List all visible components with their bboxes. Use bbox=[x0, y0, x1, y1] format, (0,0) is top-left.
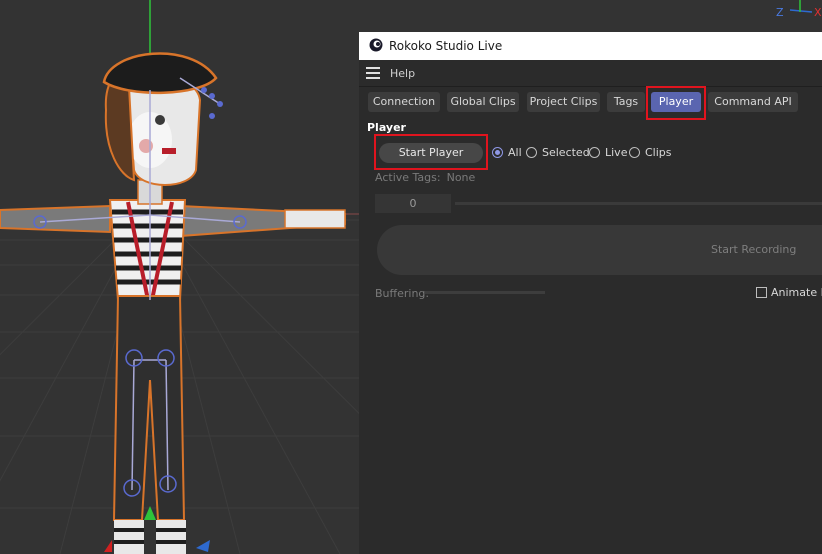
start-player-highlight bbox=[374, 134, 488, 170]
radio-all-label: All bbox=[508, 146, 522, 159]
radio-live[interactable]: Live bbox=[589, 146, 628, 162]
radio-selected[interactable]: Selected bbox=[526, 146, 590, 162]
tab-connection[interactable]: Connection bbox=[368, 92, 440, 112]
frame-slider[interactable] bbox=[455, 202, 822, 205]
axis-x-label: X bbox=[814, 6, 822, 19]
menu-help[interactable]: Help bbox=[390, 67, 415, 80]
frame-number-field[interactable]: 0 bbox=[375, 194, 451, 213]
radio-clips[interactable]: Clips bbox=[629, 146, 672, 162]
tab-project-clips[interactable]: Project Clips bbox=[527, 92, 600, 112]
animate-checkbox-label: Animate D bbox=[771, 286, 822, 299]
menu-bar: Help bbox=[359, 60, 822, 87]
active-tags-label: Active Tags: bbox=[375, 171, 441, 184]
buffering-label: Buffering: bbox=[375, 287, 430, 300]
gizmo-red-icon bbox=[104, 540, 112, 552]
tab-global-clips[interactable]: Global Clips bbox=[447, 92, 519, 112]
hamburger-menu-icon[interactable] bbox=[366, 67, 380, 79]
radio-selected-label: Selected bbox=[542, 146, 590, 159]
radio-live-indicator bbox=[589, 147, 600, 158]
active-tags-row: Active Tags: None bbox=[375, 171, 475, 184]
tab-command-api[interactable]: Command API bbox=[708, 92, 798, 112]
animate-checkbox-box bbox=[756, 287, 767, 298]
buffering-progress-bar bbox=[425, 291, 545, 294]
radio-clips-label: Clips bbox=[645, 146, 672, 159]
radio-all[interactable]: All bbox=[492, 146, 522, 162]
rokoko-plugin-panel: Rokoko Studio Live Help Connection Globa… bbox=[359, 32, 822, 554]
radio-all-indicator bbox=[492, 147, 503, 158]
start-recording-button[interactable]: Start Recording bbox=[377, 225, 822, 275]
window-titlebar[interactable]: Rokoko Studio Live bbox=[359, 32, 822, 60]
player-tab-highlight bbox=[646, 86, 706, 120]
orientation-z-line bbox=[789, 9, 813, 13]
tab-tags[interactable]: Tags bbox=[607, 92, 645, 112]
gizmo-blue-icon bbox=[196, 540, 210, 552]
axis-z-label: Z bbox=[776, 6, 784, 19]
radio-selected-indicator bbox=[526, 147, 537, 158]
radio-clips-indicator bbox=[629, 147, 640, 158]
cinema4d-logo-icon bbox=[369, 38, 383, 52]
mime-character[interactable] bbox=[0, 52, 346, 554]
start-recording-label: Start Recording bbox=[711, 243, 797, 256]
section-title-player: Player bbox=[367, 121, 406, 134]
window-title: Rokoko Studio Live bbox=[389, 39, 503, 53]
active-tags-value: None bbox=[446, 171, 476, 184]
radio-live-label: Live bbox=[605, 146, 628, 159]
